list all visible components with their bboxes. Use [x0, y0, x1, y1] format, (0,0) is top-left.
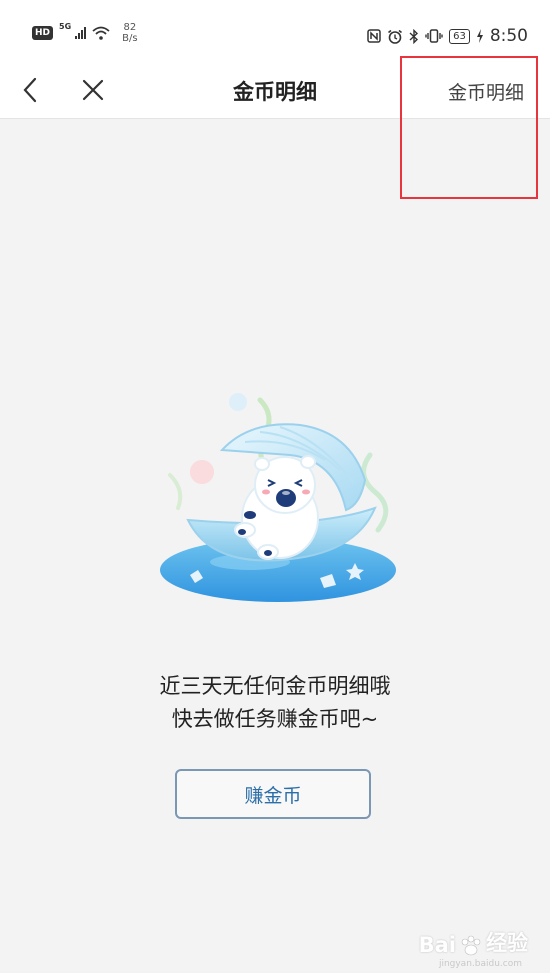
watermark-url: jingyan.baidu.com: [438, 959, 522, 969]
charging-icon: [476, 29, 483, 43]
speed-unit: B/s: [122, 33, 138, 44]
watermark-brand-tail: 经验: [486, 931, 528, 955]
baidu-watermark-logo: Bai 经验: [419, 927, 528, 957]
battery-icon: 63: [449, 28, 470, 44]
status-bar: HD 5G 82 B/s 63 8:50: [0, 0, 550, 62]
paw-icon: [461, 935, 481, 956]
empty-message-line1: 近三天无任何金币明细哦: [159, 674, 391, 698]
wifi-icon: [92, 26, 110, 40]
hd-badge: HD: [32, 26, 54, 40]
status-left: HD 5G 82 B/s: [32, 22, 138, 44]
earn-coins-button[interactable]: 赚金币: [175, 769, 371, 819]
status-right: 63 8:50: [367, 26, 528, 46]
empty-message-line2: 快去做任务赚金币吧~: [171, 707, 379, 731]
empty-state-illustration: [160, 393, 396, 602]
network-type: 5G: [59, 22, 72, 31]
nfc-icon: [367, 29, 381, 43]
watermark-brand: Bai: [418, 933, 456, 957]
highlight-annotation-box: [400, 56, 538, 199]
status-time: 8:50: [489, 26, 528, 46]
vibrate-icon: [425, 29, 443, 43]
signal-icon: [75, 27, 87, 39]
network-speed: 82 B/s: [122, 22, 137, 44]
bluetooth-icon: [409, 28, 419, 44]
alarm-icon: [388, 29, 403, 44]
speed-value: 82: [123, 22, 137, 33]
